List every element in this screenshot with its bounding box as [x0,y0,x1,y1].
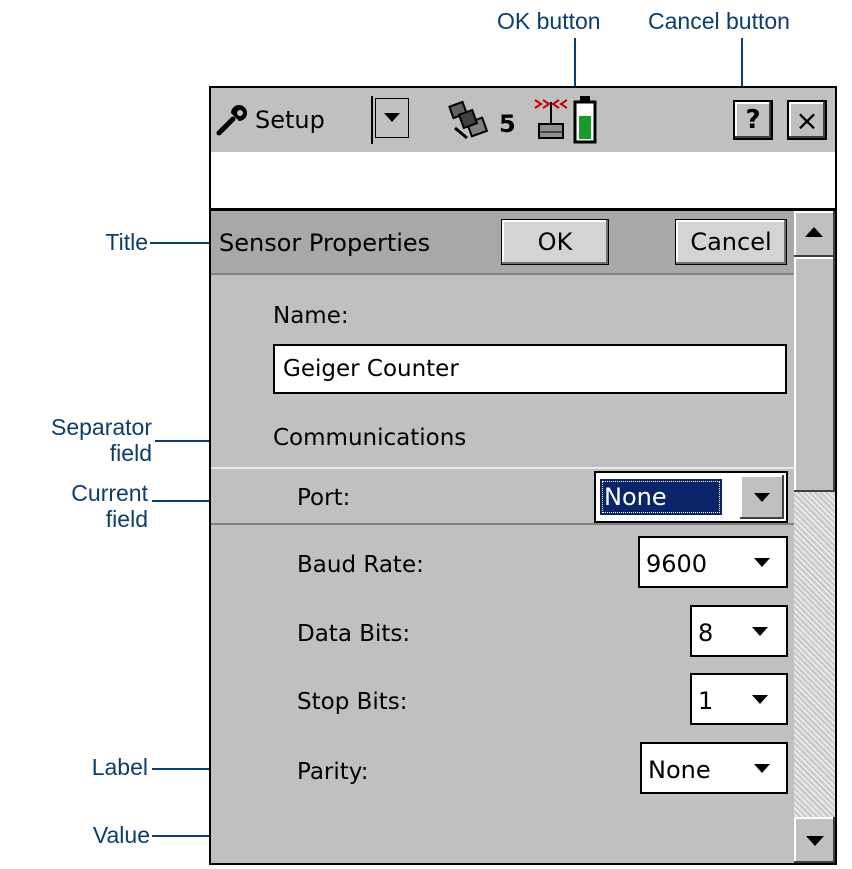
setup-menu-label: Setup [255,106,325,134]
cancel-button[interactable]: Cancel [675,219,787,265]
callout-label: Label [91,754,148,780]
satellite-count: 5 [499,110,516,138]
setup-dropdown-button[interactable] [375,98,409,138]
stop-bits-select[interactable]: 1 [690,673,788,725]
parity-select[interactable]: None [640,742,788,794]
form-panel: Sensor Properties OK Cancel Name: Geiger… [211,211,794,863]
form-title-bar: Sensor Properties OK Cancel [211,211,794,275]
chevron-down-icon [754,764,770,773]
callout-title: Title [105,229,148,255]
callout-ok-button: OK button [497,8,601,34]
port-label: Port: [297,485,351,511]
name-input[interactable]: Geiger Counter [273,344,787,394]
battery-icon [573,96,597,144]
port-select[interactable]: None [594,471,788,523]
stop-bits-value: 1 [698,687,714,715]
callout-separator-field: Separator field [0,414,152,466]
callout-current-line1: Current [71,480,148,506]
name-label: Name: [273,303,349,329]
ok-button[interactable]: OK [501,219,609,265]
stop-bits-label: Stop Bits: [297,689,408,715]
chevron-down-icon [384,113,400,122]
baud-rate-label: Baud Rate: [297,552,424,578]
scroll-up-button[interactable] [794,211,835,257]
baud-rate-value: 9600 [646,550,708,578]
antenna-icon [534,99,568,139]
parity-value: None [648,756,711,784]
form-title: Sensor Properties [219,229,431,257]
callout-separator-line2: field [109,440,152,466]
status-strip [211,152,835,211]
chevron-down-icon [752,627,768,636]
help-button[interactable]: ? [733,100,773,140]
satellite-icon [448,100,489,140]
chevron-down-icon [754,558,770,567]
top-bar: Setup 5 ? × [211,88,835,153]
data-bits-select[interactable]: 8 [690,605,788,657]
wrench-icon [216,105,247,136]
baud-rate-select[interactable]: 9600 [638,536,788,588]
device-window: Setup 5 ? × Sensor Properties OK Cancel … [209,86,837,865]
separator-communications: Communications [273,425,467,451]
setup-menu-button[interactable]: Setup [215,96,375,144]
chevron-down-icon [752,695,768,704]
callout-current-line2: field [105,506,148,532]
callout-value: Value [92,822,150,848]
menu-separator [371,96,373,144]
chevron-down-icon [754,493,770,502]
callout-cancel-button: Cancel button [648,8,790,34]
port-dropdown-button[interactable] [740,475,784,519]
chevron-up-icon [805,227,823,237]
data-bits-label: Data Bits: [297,621,411,647]
port-value: None [600,479,722,515]
callout-separator-line1: Separator [50,414,152,440]
scroll-down-button[interactable] [794,817,835,863]
scrollbar-thumb[interactable] [794,257,835,492]
chevron-down-icon [806,836,824,846]
callout-current-field: Current field [0,480,148,532]
data-bits-value: 8 [698,619,714,647]
leader-title [150,242,210,244]
parity-label: Parity: [297,759,369,785]
vertical-scrollbar[interactable] [794,211,835,863]
close-button[interactable]: × [787,100,827,140]
